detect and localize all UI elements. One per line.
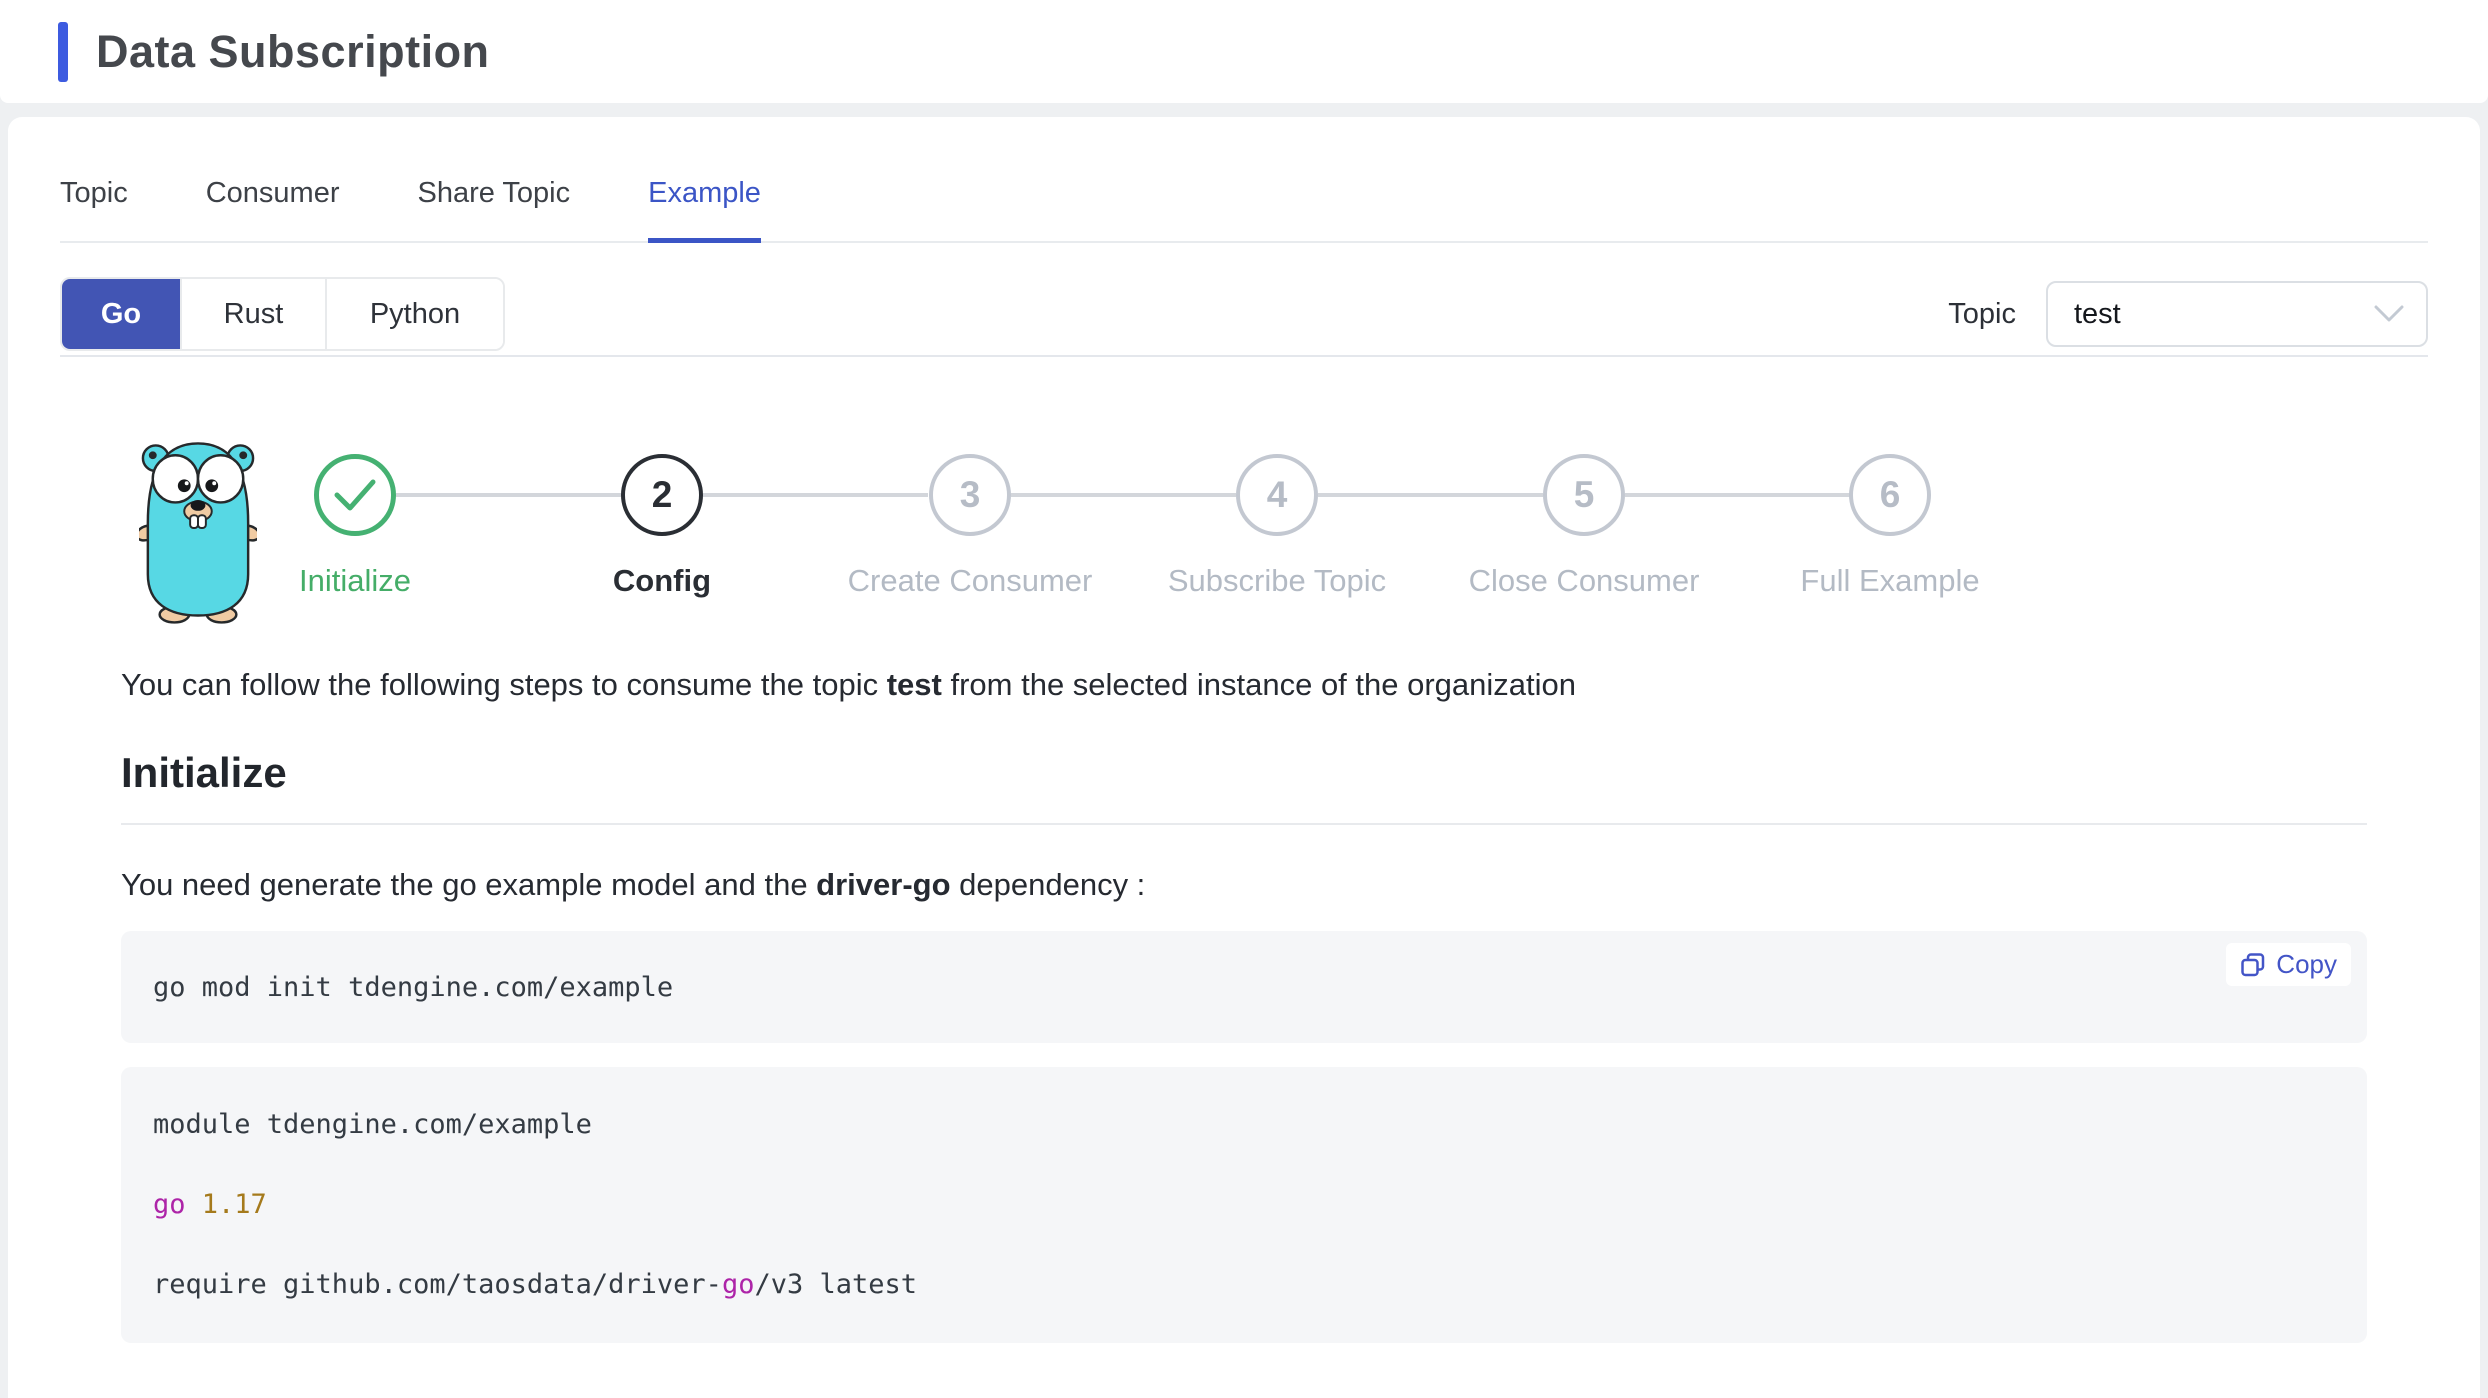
copy-button-label: Copy	[2276, 949, 2337, 980]
step-circle-initialize	[314, 454, 396, 536]
step-circle-create-consumer: 3	[929, 454, 1011, 536]
code-line: go mod init tdengine.com/example	[153, 972, 673, 1003]
tab-topic[interactable]: Topic	[60, 177, 128, 241]
tab-example[interactable]: Example	[648, 177, 761, 243]
copy-icon	[2240, 952, 2266, 978]
intro-topic-name: test	[887, 667, 942, 702]
page-header: Data Subscription	[0, 0, 2488, 103]
step-label-subscribe-topic: Subscribe Topic	[1117, 563, 1437, 599]
code-line: go 1.17	[153, 1165, 2335, 1245]
check-icon	[333, 478, 377, 512]
language-switcher: Go Rust Python	[60, 277, 505, 351]
step-circle-subscribe-topic: 4	[1236, 454, 1318, 536]
code-line: require github.com/taosdata/driver-go/v3…	[153, 1245, 2335, 1325]
code-block-go-mod-init: go mod init tdengine.com/example Copy	[121, 931, 2367, 1043]
tab-consumer[interactable]: Consumer	[206, 177, 340, 241]
chevron-down-icon	[2374, 305, 2404, 323]
step-label-initialize: Initialize	[195, 563, 515, 599]
copy-button[interactable]: Copy	[2226, 943, 2351, 986]
dependency-name: driver-go	[816, 867, 950, 902]
step-connector	[1011, 493, 1236, 497]
section-divider	[121, 823, 2367, 825]
code-line: module tdengine.com/example	[153, 1085, 2335, 1165]
step-connector	[1318, 493, 1543, 497]
code-keyword: go	[722, 1269, 755, 1300]
example-toolbar: Go Rust Python Topic test	[60, 277, 2428, 357]
code-keyword: go	[153, 1189, 186, 1220]
step-label-full-example: Full Example	[1730, 563, 2050, 599]
example-content: 2 3 4 5 6 Initialize Config Create Consu…	[60, 439, 2428, 1398]
code-number: 1.17	[202, 1189, 267, 1220]
step-connector	[1625, 493, 1850, 497]
code-block-go-mod-file: module tdengine.com/example go 1.17 requ…	[121, 1067, 2367, 1343]
step-circle-config: 2	[621, 454, 703, 536]
initialize-description: You need generate the go example model a…	[121, 867, 2367, 903]
step-label-close-consumer: Close Consumer	[1424, 563, 1744, 599]
language-button-python[interactable]: Python	[327, 279, 503, 349]
step-circle-close-consumer: 5	[1543, 454, 1625, 536]
topic-select[interactable]: test	[2046, 281, 2428, 347]
language-button-rust[interactable]: Rust	[182, 279, 327, 349]
step-connector	[703, 493, 928, 497]
tab-share-topic[interactable]: Share Topic	[417, 177, 570, 241]
step-connector	[396, 493, 621, 497]
language-button-go[interactable]: Go	[62, 279, 182, 349]
topic-picker: Topic test	[1948, 281, 2428, 347]
step-label-config: Config	[502, 563, 822, 599]
intro-text: You can follow the following steps to co…	[121, 667, 2367, 703]
topic-select-value: test	[2074, 298, 2121, 331]
tab-bar: Topic Consumer Share Topic Example	[60, 117, 2428, 243]
topic-select-label: Topic	[1948, 298, 2016, 331]
steps-progress: 2 3 4 5 6 Initialize Config Create Consu…	[121, 439, 2367, 631]
step-label-create-consumer: Create Consumer	[810, 563, 1130, 599]
page-title: Data Subscription	[96, 26, 490, 78]
title-accent-bar	[58, 22, 68, 82]
step-circle-full-example: 6	[1849, 454, 1931, 536]
content-card: Topic Consumer Share Topic Example Go Ru…	[8, 117, 2480, 1398]
initialize-section-heading: Initialize	[121, 749, 2367, 797]
